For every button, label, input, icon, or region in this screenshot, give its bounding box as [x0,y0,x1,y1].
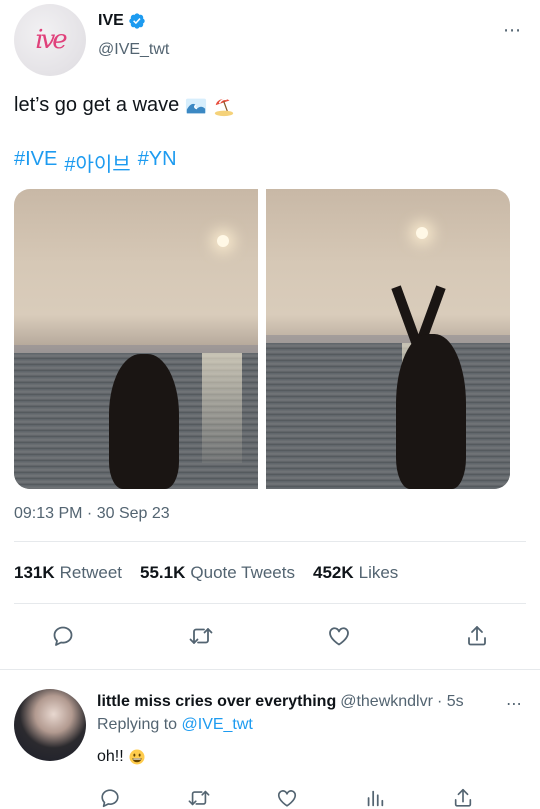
mention-link[interactable]: @IVE_twt [182,716,253,733]
stat-number: 55.1K [140,563,186,582]
beach-umbrella-emoji-icon [215,98,234,116]
mountains-shape [266,335,510,343]
tweet-text-content: let’s go get a wave [14,94,180,116]
retweet-count[interactable]: 131K Retweet [14,563,122,583]
reply-action-bar [0,784,540,809]
avatar[interactable]: ive [14,4,86,76]
like-count[interactable]: 452K Likes [313,563,398,583]
sun-shape [416,227,428,239]
mountains-shape [14,345,258,353]
replying-to-label: Replying to [97,716,178,733]
share-icon [454,788,472,807]
sun-glare-shape [202,353,242,463]
retweet-button[interactable] [183,618,219,654]
reply-handle[interactable]: @thewkndlvr [340,693,433,711]
reply-tweet[interactable]: little miss cries over everything @thewk… [0,680,540,809]
hashtag-link[interactable]: #IVE [14,148,57,177]
sun-shape [217,235,229,247]
tweet-header: ive IVE @IVE_twt ⋯ [0,0,540,80]
photo-2[interactable] [266,189,510,489]
ive-logo: ive [35,25,67,55]
wave-emoji-icon [186,98,207,113]
verified-badge-icon [129,13,145,29]
more-options-icon[interactable]: ⋯ [503,20,522,41]
like-button[interactable] [321,618,357,654]
stat-label: Quote Tweets [190,563,295,582]
replying-to-line: Replying to @IVE_twt [97,716,253,734]
tweet-timestamp[interactable]: 09:13 PM · 30 Sep 23 [14,505,170,523]
sea-shape [266,343,510,489]
retweet-button[interactable] [185,784,213,809]
reply-display-name[interactable]: little miss cries over everything [97,693,336,711]
quote-count[interactable]: 55.1K Quote Tweets [140,563,295,583]
stat-label: Retweet [59,563,123,582]
author-handle[interactable]: @IVE_twt [98,41,169,59]
engagement-stats: 131K Retweet 55.1K Quote Tweets 452K Lik… [14,563,398,583]
like-icon [329,627,349,646]
stat-number: 452K [312,563,354,582]
hashtag-link[interactable]: #YN [138,148,177,177]
reply-icon [101,789,119,808]
analytics-button[interactable] [361,784,389,809]
share-button[interactable] [459,618,495,654]
stat-label: Likes [358,563,399,582]
divider [14,541,526,542]
person-silhouette [109,354,179,489]
divider [0,669,540,670]
media-grid [14,189,510,489]
like-button[interactable] [273,784,301,809]
author-name-row[interactable]: IVE [98,12,146,30]
retweet-icon [189,628,213,644]
share-button[interactable] [449,784,477,809]
retweet-icon [188,790,210,806]
hashtags: #IVE #아이브 #YN [14,148,177,177]
like-icon [277,790,297,807]
divider [14,603,526,604]
display-name[interactable]: IVE [98,12,124,30]
avatar[interactable] [14,689,86,761]
tweet-text: let’s go get a wave [14,94,235,117]
reply-button[interactable] [45,618,81,654]
reply-text: oh!! [97,748,146,766]
tweet-action-bar [0,618,540,654]
photo-1[interactable] [14,189,258,489]
analytics-icon [367,790,384,807]
reply-time[interactable]: · 5s [437,693,464,711]
reply-author-row: little miss cries over everything @thewk… [97,693,464,711]
hashtag-link[interactable]: #아이브 [64,148,130,177]
share-icon [468,626,486,646]
reply-text-content: oh!! [97,748,124,765]
grinning-face-emoji-icon [129,749,145,765]
person-silhouette [396,334,466,489]
reply-icon [53,626,73,646]
more-options-icon[interactable]: ⋯ [506,694,522,714]
stat-number: 131K [14,563,55,582]
reply-button[interactable] [96,784,124,809]
